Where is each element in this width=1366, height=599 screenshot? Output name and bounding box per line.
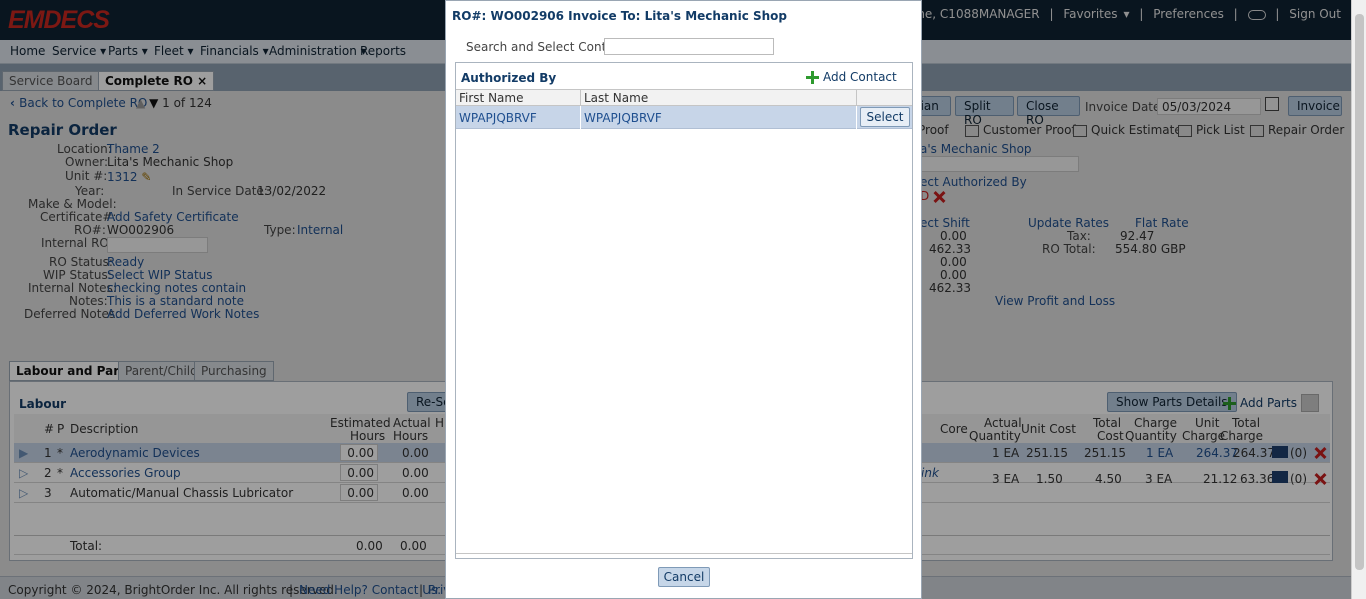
table-row[interactable]: WPAPJQBRVF WPAPJQBRVF Select [456,106,912,129]
first-name-cell: WPAPJQBRVF [459,111,537,125]
last-name-cell: WPAPJQBRVF [584,111,662,125]
authorized-by-panel: Authorized By Add Contact First Name Las… [455,62,913,559]
cancel-button[interactable]: Cancel [658,567,710,587]
column-first-name[interactable]: First Name [459,91,523,105]
page-scrollbar[interactable] [1351,0,1366,599]
contacts-grid: First Name Last Name WPAPJQBRVF WPAPJQBR… [456,89,912,556]
select-button[interactable]: Select [860,107,910,127]
grid-header: First Name Last Name [456,90,912,106]
plus-icon [806,71,819,84]
add-contact-button[interactable]: Add Contact [806,70,897,84]
select-contact-dialog: RO#: WO002906 Invoice To: Lita's Mechani… [445,0,922,599]
scrollbar-thumb[interactable] [1355,14,1364,570]
grid-footer [456,553,912,557]
panel-header: Authorized By Add Contact [456,63,912,89]
dialog-title: RO#: WO002906 Invoice To: Lita's Mechani… [452,9,788,23]
panel-title: Authorized By [461,71,557,85]
search-contact-input[interactable] [604,38,774,55]
column-last-name[interactable]: Last Name [584,91,648,105]
